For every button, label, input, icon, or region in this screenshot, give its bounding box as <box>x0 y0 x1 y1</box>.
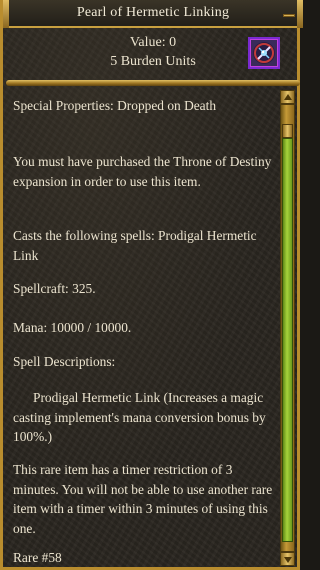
item-header: Value: 0 5 Burden Units <box>6 28 300 80</box>
spell-descriptions-heading: Spell Descriptions: <box>13 354 116 369</box>
title-bar[interactable]: Pearl of Hermetic Linking <box>3 0 303 28</box>
casts-spells: Casts the following spells: Prodigal Her… <box>13 228 257 263</box>
vertical-scrollbar[interactable] <box>280 90 295 566</box>
pearl-item-icon[interactable] <box>248 37 280 69</box>
pearl-icon-graphic <box>253 42 275 64</box>
scroll-up-button[interactable] <box>280 90 295 104</box>
window-title: Pearl of Hermetic Linking <box>76 5 230 20</box>
minimize-icon[interactable] <box>283 14 295 17</box>
scroll-thumb-cap[interactable] <box>282 124 293 138</box>
title-bar-right-cap <box>297 0 303 28</box>
special-properties: Special Properties: Dropped on Death <box>13 98 217 113</box>
expansion-requirement: You must have purchased the Throne of De… <box>13 154 272 189</box>
item-info-window: Pearl of Hermetic Linking Value: 0 5 Bur… <box>0 0 303 570</box>
header-divider <box>6 80 300 86</box>
spell-description: Prodigal Hermetic Link (Increases a magi… <box>13 390 266 444</box>
item-description: Special Properties: Dropped on Death You… <box>13 96 277 566</box>
scroll-thumb[interactable] <box>282 138 293 542</box>
rare-number: Rare #58 <box>13 550 62 565</box>
scroll-down-button[interactable] <box>280 552 295 566</box>
rare-timer-notice: This rare item has a timer restriction o… <box>13 462 273 536</box>
mana: Mana: 10000 / 10000. <box>13 320 132 335</box>
spellcraft: Spellcraft: 325. <box>13 281 96 296</box>
